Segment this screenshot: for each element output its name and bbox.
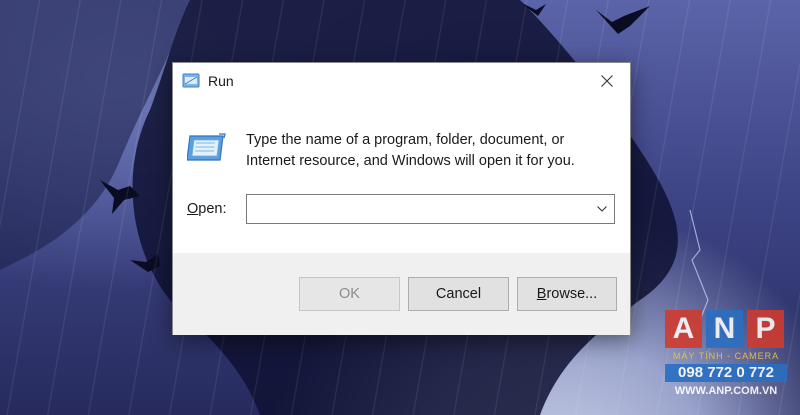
dialog-title: Run: [208, 73, 234, 89]
close-button[interactable]: [584, 63, 630, 99]
open-dropdown-button[interactable]: [590, 195, 614, 223]
open-combobox[interactable]: [246, 194, 615, 224]
logo-phone: 098 772 0 772: [665, 364, 787, 382]
run-icon: [182, 72, 202, 90]
dialog-description: Type the name of a program, folder, docu…: [246, 132, 575, 169]
browse-label: rowse...: [546, 286, 598, 302]
chevron-down-icon: [597, 206, 607, 212]
logo-letter-p: P: [747, 310, 784, 348]
open-label-text: pen:: [198, 201, 227, 217]
open-input[interactable]: [247, 195, 599, 223]
browse-button[interactable]: Browse...: [517, 277, 617, 311]
logo-letter-a: A: [665, 310, 702, 348]
cancel-button[interactable]: Cancel: [408, 277, 509, 311]
title-bar[interactable]: Run: [173, 63, 630, 99]
browse-accelerator: B: [536, 286, 547, 302]
logo-letter-n: N: [706, 310, 743, 348]
open-label: Open:: [187, 201, 227, 217]
anp-logo: A N P: [665, 310, 784, 348]
anp-watermark: A N P MÁY TÍNH - CAMERA 098 772 0 772 WW…: [665, 310, 787, 406]
logo-url: WWW.ANP.COM.VN: [674, 385, 778, 397]
close-icon: [601, 75, 613, 87]
open-label-accelerator: O: [187, 201, 199, 217]
logo-tagline: MÁY TÍNH - CAMERA: [672, 351, 780, 361]
run-program-icon: [186, 132, 227, 164]
dialog-footer: OK Cancel Browse...: [173, 253, 630, 335]
ok-button[interactable]: OK: [299, 277, 400, 311]
run-dialog: Run Type the name of a program, folder, …: [172, 62, 631, 335]
